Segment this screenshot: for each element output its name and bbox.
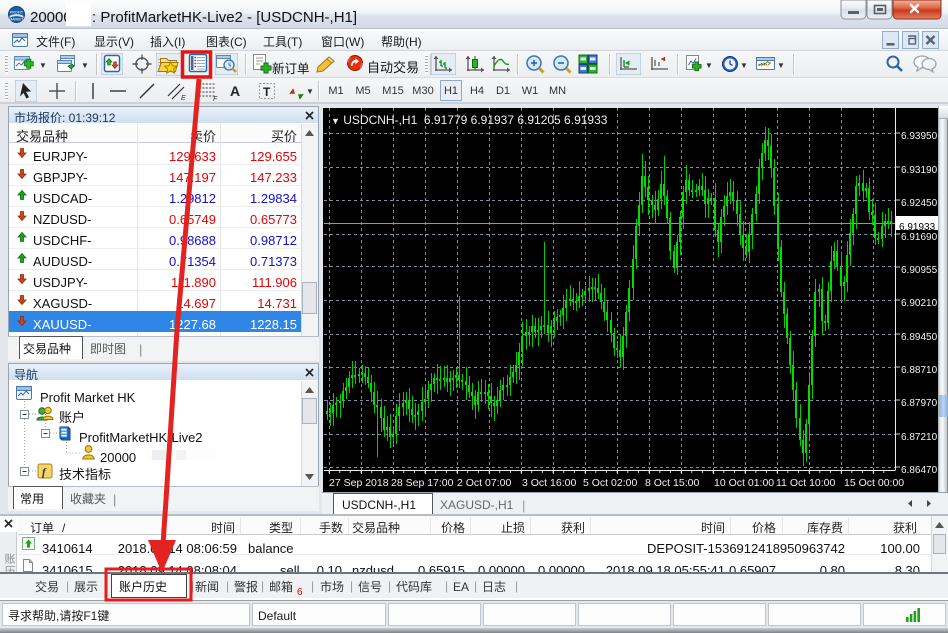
svg-text:E: E	[181, 95, 186, 102]
svg-text:F: F	[213, 96, 218, 102]
svg-text:MARKET: MARKET	[9, 18, 23, 22]
svg-text:T: T	[263, 85, 271, 99]
svg-text:PROFIT: PROFIT	[10, 11, 24, 15]
